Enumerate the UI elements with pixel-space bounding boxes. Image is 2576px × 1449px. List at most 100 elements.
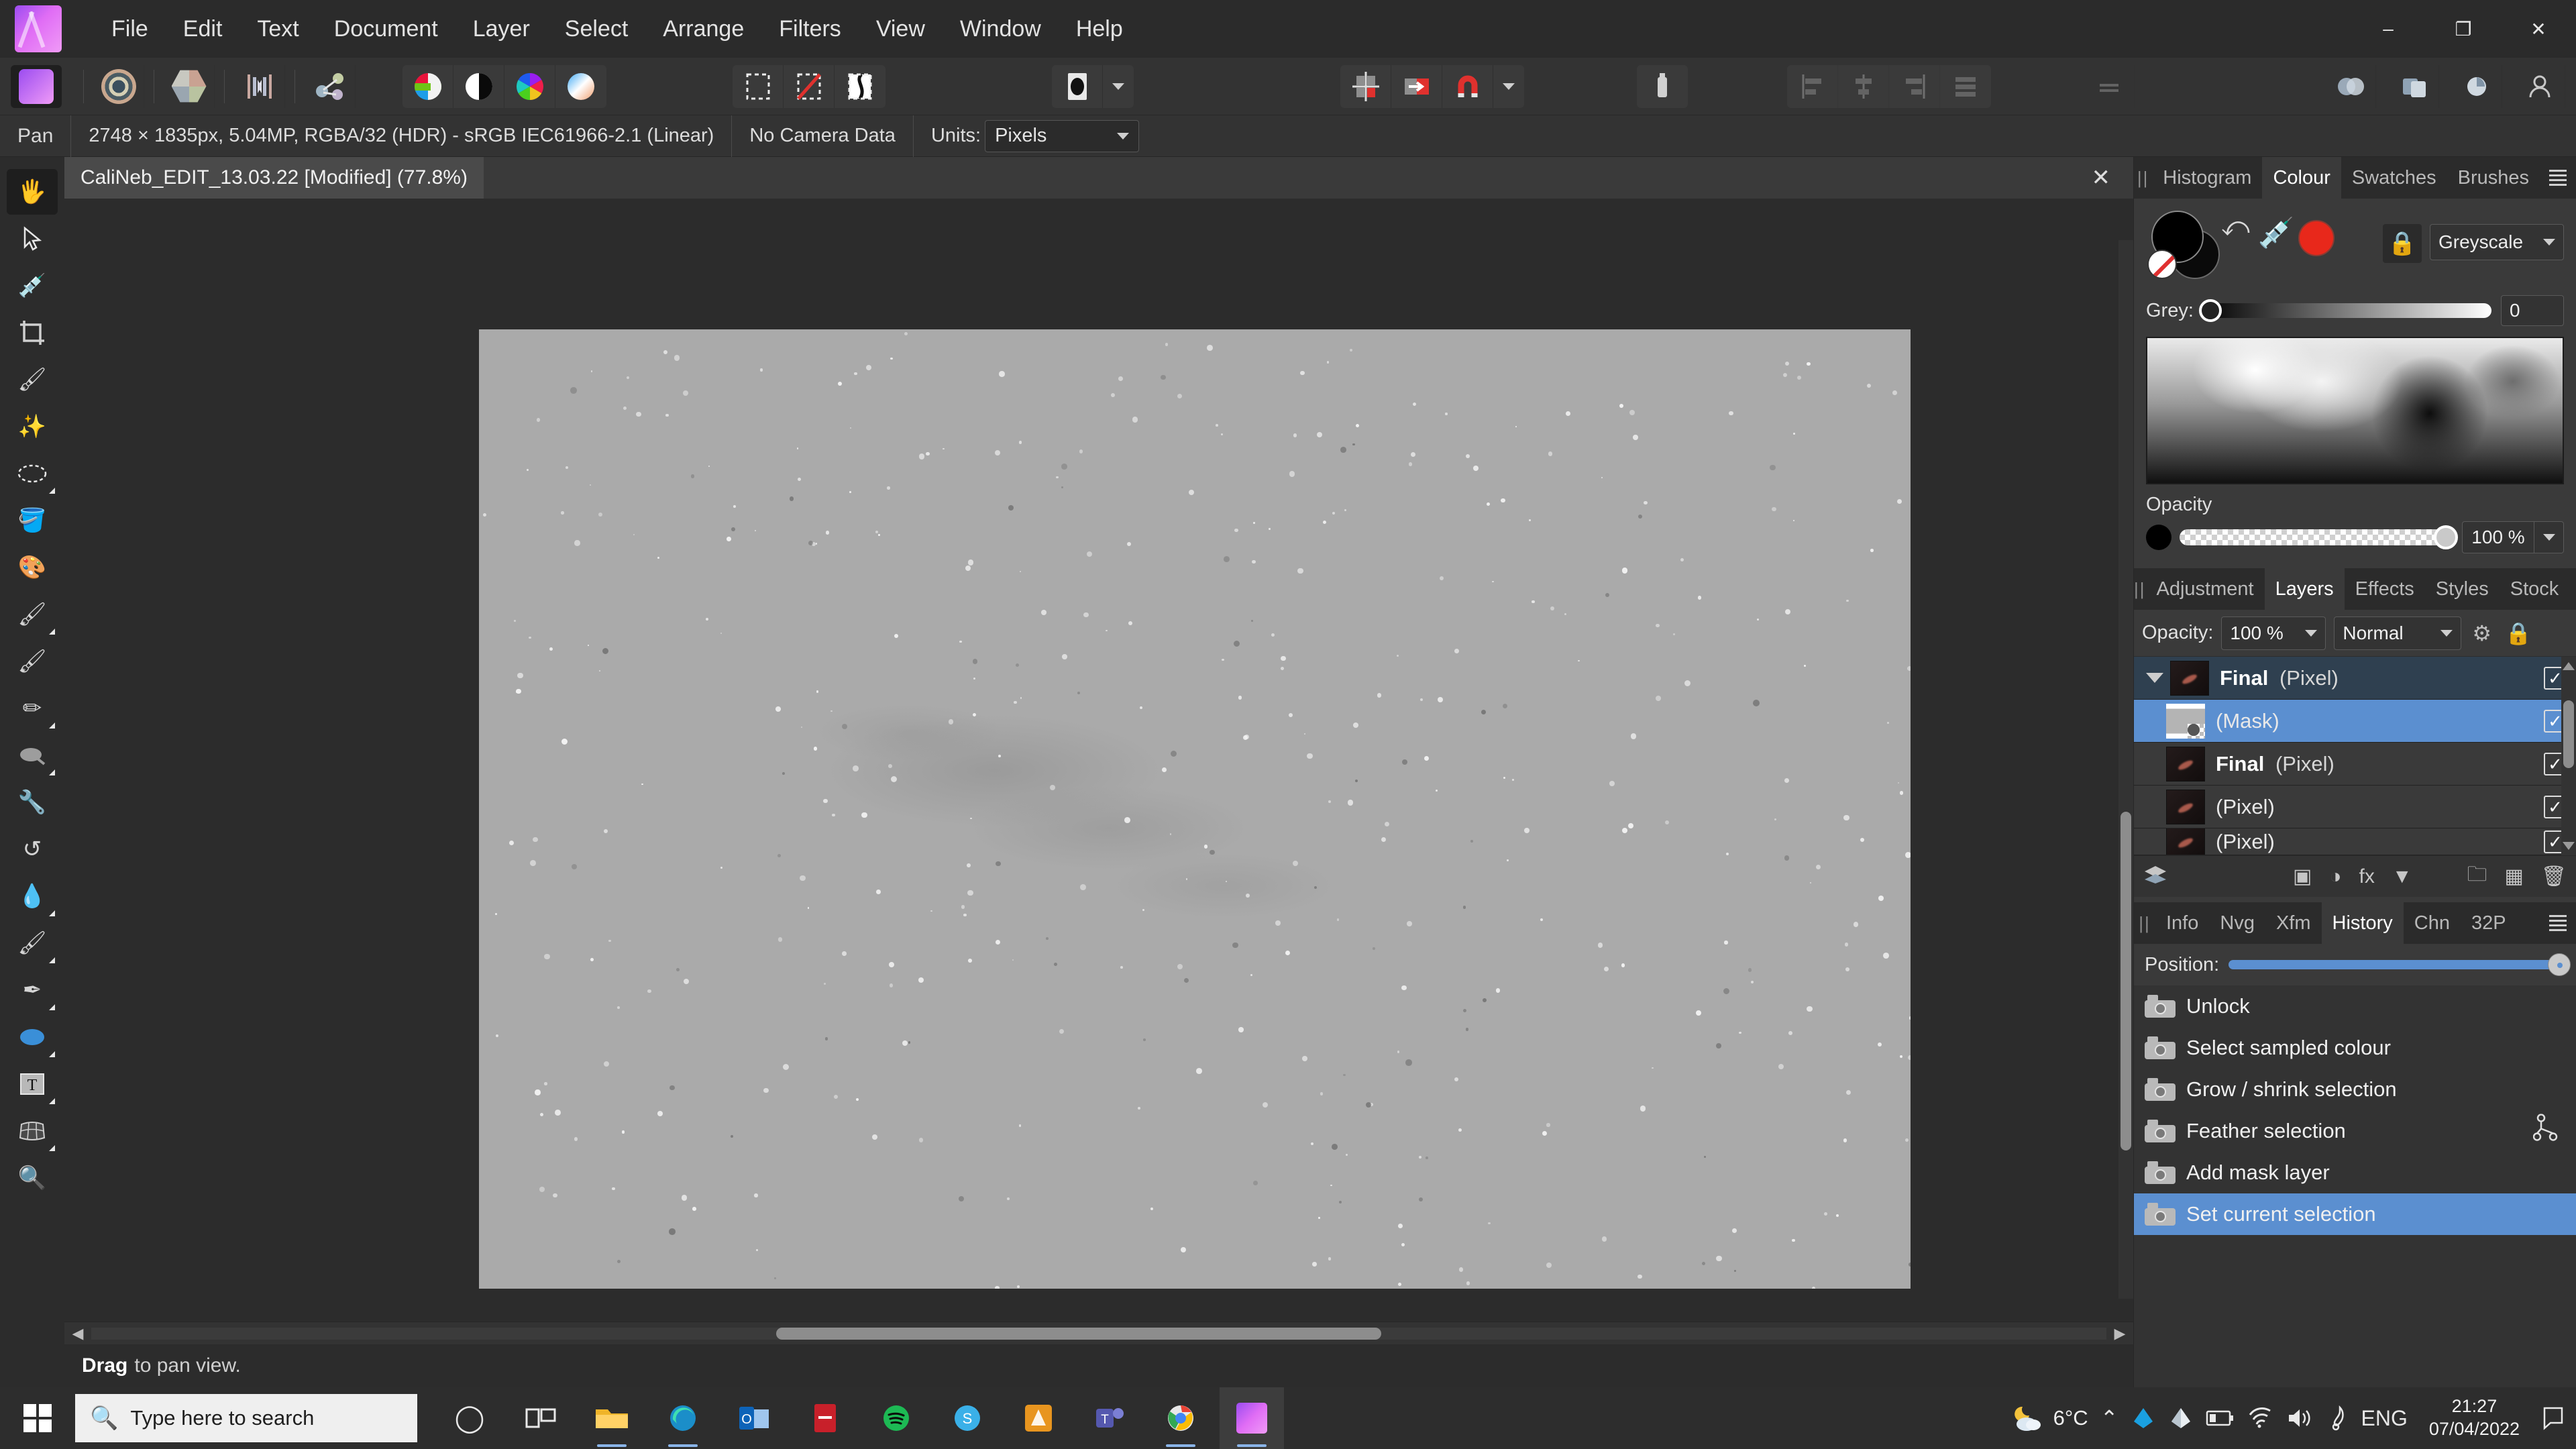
blend-mode-select[interactable]: Normal: [2334, 616, 2462, 650]
opacity-dropdown[interactable]: [2534, 521, 2564, 553]
tone-mapping-persona-button[interactable]: [234, 64, 285, 108]
menu-file[interactable]: File: [94, 9, 166, 49]
layer-row-final-pixel[interactable]: Final (Pixel) ✓: [2134, 743, 2576, 786]
tab-info[interactable]: Info: [2155, 902, 2209, 944]
tab-effects[interactable]: Effects: [2345, 568, 2425, 610]
tab-nvg[interactable]: Nvg: [2209, 902, 2265, 944]
lock-icon[interactable]: 🔒: [2502, 621, 2534, 646]
colour-picker-tool[interactable]: 💉: [7, 263, 58, 309]
dodge-burn-tool[interactable]: [7, 733, 58, 778]
disclosure-triangle-icon[interactable]: [2139, 673, 2170, 683]
split-colour-button[interactable]: [402, 64, 453, 108]
weather-widget[interactable]: 6°C: [2010, 1403, 2088, 1434]
affinity-designer-icon[interactable]: [1006, 1387, 1071, 1449]
more-options-button[interactable]: [2084, 64, 2135, 108]
file-explorer-icon[interactable]: [580, 1387, 644, 1449]
live-filter-layer-icon[interactable]: fx: [2359, 865, 2375, 888]
history-position-knob[interactable]: [2548, 953, 2571, 976]
assistant-button[interactable]: [1637, 65, 1688, 108]
volume-icon[interactable]: [2286, 1407, 2314, 1430]
menu-arrange[interactable]: Arrange: [645, 9, 761, 49]
flood-select-tool[interactable]: ✨: [7, 404, 58, 449]
delete-layer-icon[interactable]: 🗑: [2541, 865, 2567, 888]
history-position-slider[interactable]: [2229, 953, 2571, 976]
show-hidden-icons-chevron[interactable]: ⌃: [2100, 1405, 2118, 1431]
ellipse-shape-tool[interactable]: [7, 1014, 58, 1060]
tab-xfm[interactable]: Xfm: [2265, 902, 2322, 944]
gear-icon[interactable]: ⚙: [2469, 621, 2494, 646]
move-tool[interactable]: [7, 216, 58, 262]
develop-persona-button[interactable]: [164, 64, 215, 108]
artistic-text-tool[interactable]: T: [7, 1061, 58, 1107]
adjustment-layer-icon[interactable]: ◑: [2329, 865, 2341, 888]
new-group-icon[interactable]: 🗀: [2467, 859, 2487, 894]
scroll-right-icon[interactable]: ▶: [2106, 1325, 2133, 1342]
gradient-ball-button[interactable]: [555, 65, 606, 108]
history-panel-toggle-button[interactable]: [2451, 64, 2502, 108]
history-item-grow-shrink-selection[interactable]: Grow / shrink selection: [2134, 1069, 2576, 1110]
new-pixel-layer-icon[interactable]: ▦: [2505, 865, 2524, 888]
maximize-button[interactable]: ❐: [2426, 0, 2501, 58]
magnet-snapping-button[interactable]: [1442, 64, 1493, 108]
show-grid-button[interactable]: [1340, 64, 1391, 108]
preview-mode-dropdown[interactable]: [1103, 65, 1134, 108]
photo-persona-button[interactable]: [11, 64, 62, 108]
taskbar-clock[interactable]: 21:27 07/04/2022: [2420, 1395, 2529, 1441]
colour-panel-toggle-button[interactable]: [2325, 64, 2376, 108]
distribute-button[interactable]: [1940, 65, 1991, 108]
opacity-value-field[interactable]: 100 %: [2462, 521, 2534, 553]
tab-histogram[interactable]: Histogram: [2152, 157, 2262, 199]
minimize-button[interactable]: –: [2351, 0, 2426, 58]
grey-slider[interactable]: [2198, 299, 2491, 322]
erase-brush-tool[interactable]: ✏: [7, 686, 58, 731]
spotify-icon[interactable]: [864, 1387, 928, 1449]
paint-mixer-tool[interactable]: 🖌: [7, 639, 58, 684]
language-indicator[interactable]: ENG: [2361, 1406, 2408, 1431]
layers-scrollbar-thumb[interactable]: [2563, 700, 2574, 768]
refine-selection-button[interactable]: [835, 65, 885, 108]
hue-wheel-button[interactable]: [504, 64, 555, 108]
close-document-icon[interactable]: ✕: [2082, 164, 2121, 191]
paint-brush-tool[interactable]: 🖌: [7, 592, 58, 637]
panel-grip[interactable]: ||: [2134, 568, 2146, 610]
opacity-slider-knob[interactable]: [2434, 525, 2458, 549]
history-branch-icon[interactable]: [2532, 1114, 2560, 1148]
menu-select[interactable]: Select: [547, 9, 646, 49]
colour-replacement-tool[interactable]: 🎨: [7, 545, 58, 590]
undo-brush-tool[interactable]: ↺: [7, 826, 58, 872]
tab-adjustment[interactable]: Adjustment: [2146, 568, 2265, 610]
layers-scrollbar[interactable]: [2561, 657, 2576, 855]
menu-edit[interactable]: Edit: [166, 9, 240, 49]
taskbar-search[interactable]: 🔍 Type here to search: [75, 1394, 417, 1442]
deselect-button[interactable]: [784, 64, 835, 108]
skype-icon[interactable]: S: [935, 1387, 1000, 1449]
layer-row-pixel-1[interactable]: (Pixel) ✓: [2134, 786, 2576, 828]
layer-row-mask[interactable]: (Mask) ✓: [2134, 700, 2576, 743]
tab-styles[interactable]: Styles: [2425, 568, 2500, 610]
panel-grip[interactable]: ||: [2134, 902, 2155, 944]
menu-text[interactable]: Text: [239, 9, 316, 49]
layers-list[interactable]: Final (Pixel) ✓ (Mask) ✓ Final (Pixel) ✓…: [2134, 657, 2576, 855]
no-colour-swatch[interactable]: [2147, 250, 2177, 279]
layers-panel-menu-button[interactable]: [2569, 568, 2576, 610]
selection-brush-tool[interactable]: 🖌: [7, 357, 58, 402]
crop-tool[interactable]: [7, 310, 58, 356]
tab-32p[interactable]: 32P: [2461, 902, 2517, 944]
tab-layers[interactable]: Layers: [2264, 568, 2345, 610]
scroll-down-icon[interactable]: [2563, 842, 2575, 850]
notification-icon[interactable]: [2541, 1405, 2565, 1432]
chrome-icon[interactable]: [1148, 1387, 1213, 1449]
colour-model-select[interactable]: Greyscale: [2430, 224, 2564, 260]
teams-icon[interactable]: T: [1077, 1387, 1142, 1449]
tab-chn[interactable]: Chn: [2404, 902, 2461, 944]
tab-stock[interactable]: Stock: [2500, 568, 2570, 610]
tab-brushes[interactable]: Brushes: [2447, 157, 2540, 199]
snap-to-button[interactable]: [1391, 64, 1442, 108]
layer-opacity-select[interactable]: 100 %: [2221, 616, 2326, 650]
close-button[interactable]: ✕: [2501, 0, 2576, 58]
export-persona-button[interactable]: [305, 64, 356, 108]
menu-window[interactable]: Window: [943, 9, 1059, 49]
eyedropper-icon[interactable]: 💉: [2258, 219, 2297, 258]
onedrive-icon[interactable]: [2131, 1405, 2156, 1431]
preview-mode-button[interactable]: [1052, 64, 1103, 108]
